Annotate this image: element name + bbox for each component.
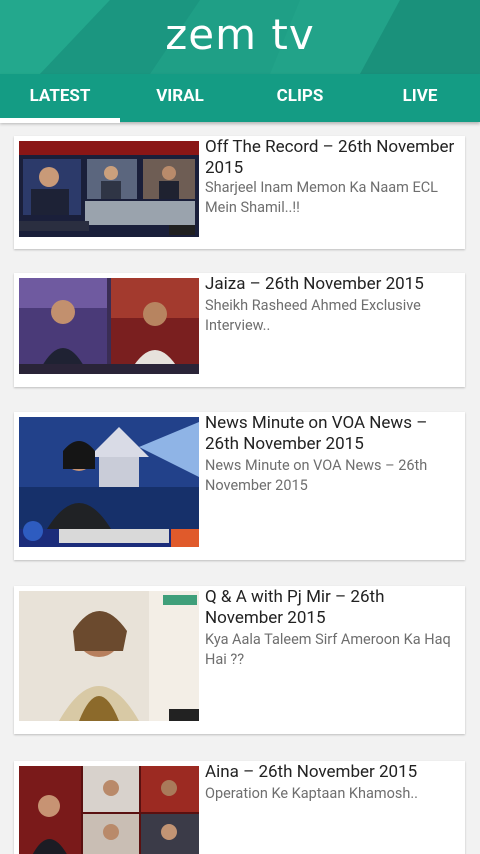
post-card[interactable]: Off The Record – 26th November 2015 Shar… [14, 136, 465, 249]
tab-viral[interactable]: VIRAL [120, 74, 240, 122]
post-description: News Minute on VOA News – 26th November … [205, 457, 428, 494]
post-title[interactable]: Q & A with Pj Mir – 26th November 2015 [205, 587, 461, 629]
post-description: Operation Ke Kaptaan Khamosh.. [205, 785, 418, 802]
post-card[interactable]: Aina – 26th November 2015 Operation Ke K… [14, 761, 465, 854]
tab-bar: LATEST VIRAL CLIPS LIVE [0, 74, 480, 123]
talk-show-panel-thumbnail[interactable] [19, 141, 199, 237]
tab-latest[interactable]: LATEST [0, 74, 120, 123]
post-title[interactable]: Off The Record – 26th November 2015 [205, 137, 461, 179]
post-list[interactable]: Off The Record – 26th November 2015 Shar… [0, 122, 480, 854]
post-description: Sheikh Rasheed Ahmed Exclusive Interview… [205, 297, 421, 334]
post-description: Sharjeel Inam Memon Ka Naam ECL Mein Sha… [205, 179, 438, 216]
debate-panel-thumbnail[interactable] [19, 766, 199, 854]
tab-live[interactable]: LIVE [360, 74, 480, 122]
app-logo[interactable]: zem tv [0, 10, 480, 59]
tab-clips[interactable]: CLIPS [240, 74, 360, 122]
post-card[interactable]: Q & A with Pj Mir – 26th November 2015 K… [14, 586, 465, 734]
post-title[interactable]: News Minute on VOA News – 26th November … [205, 413, 461, 455]
interview-split-screen-thumbnail[interactable] [19, 278, 199, 374]
app-header: zem tv [0, 0, 480, 74]
post-description: Kya Aala Taleem Sirf Ameroon Ka Haq Hai … [205, 631, 451, 668]
guest-closeup-thumbnail[interactable] [19, 591, 199, 721]
post-title[interactable]: Jaiza – 26th November 2015 [205, 274, 461, 295]
news-anchor-thumbnail[interactable] [19, 417, 199, 547]
post-title[interactable]: Aina – 26th November 2015 [205, 762, 461, 783]
post-card[interactable]: News Minute on VOA News – 26th November … [14, 412, 465, 560]
post-card[interactable]: Jaiza – 26th November 2015 Sheikh Rashee… [14, 273, 465, 387]
